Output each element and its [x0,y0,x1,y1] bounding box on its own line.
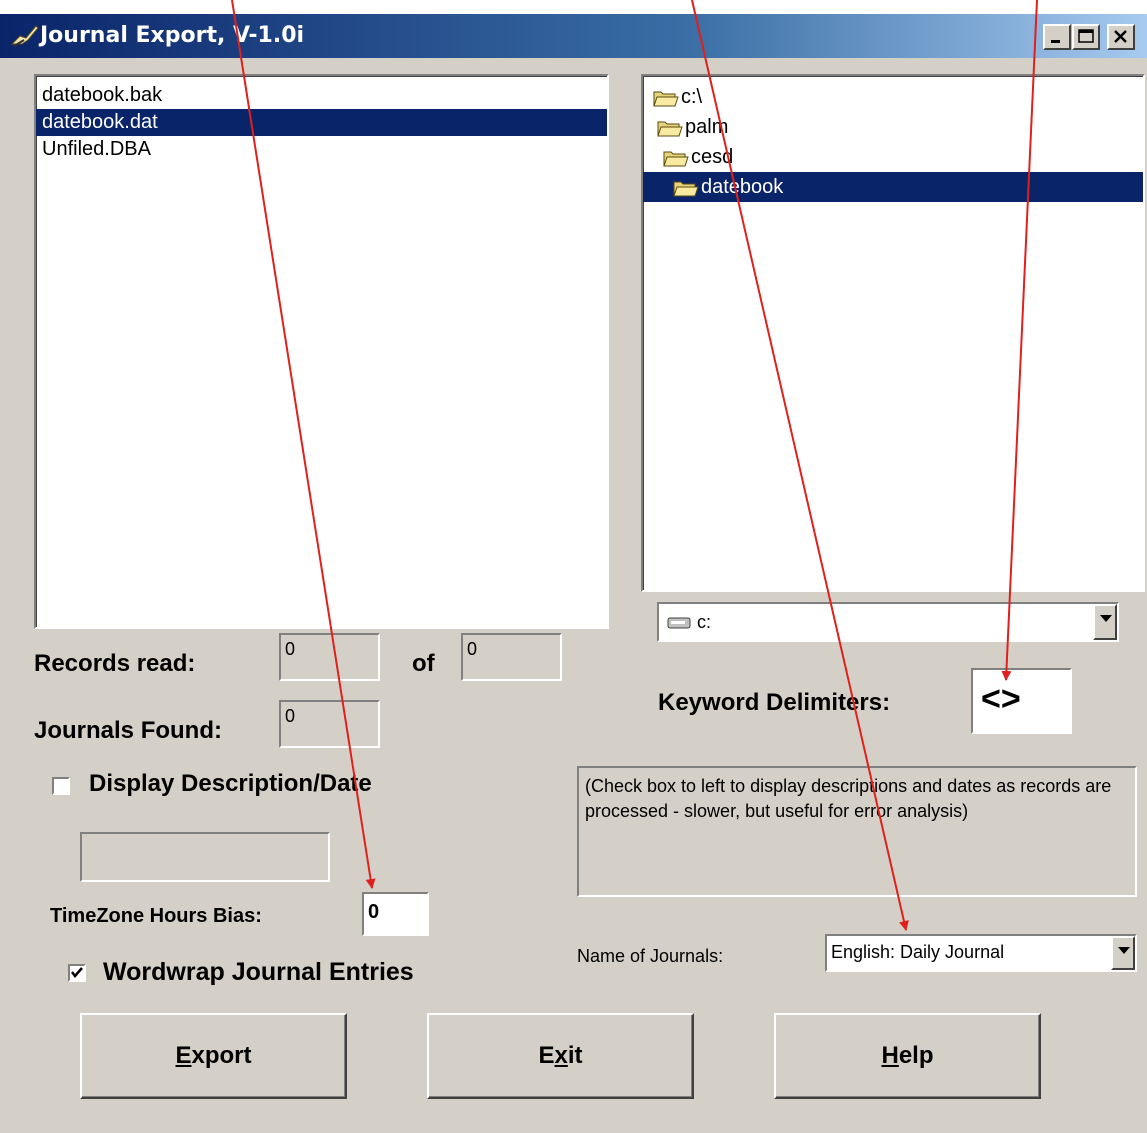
open-folder-icon [663,151,689,167]
exit-button-pre: E [538,1042,555,1069]
file-list-item[interactable]: datebook.dat [36,109,607,136]
chevron-down-icon [1100,615,1112,622]
open-folder-icon [657,121,683,137]
chevron-down-icon [1118,947,1130,954]
file-list-item[interactable]: datebook.bak [36,82,607,109]
help-button-accel: H [881,1042,899,1069]
journal-name-value: English: Daily Journal [831,942,1005,962]
keyword-delimiters-field[interactable]: <> [971,668,1072,734]
keyword-delimiters-label: Keyword Delimiters: [658,689,891,716]
file-list-item[interactable]: Unfiled.DBA [36,136,607,163]
window-title: Journal Export, V-1.0i [40,23,305,48]
open-folder-icon [653,91,679,107]
drive-icon [667,617,691,629]
wordwrap-checkbox[interactable] [68,964,86,982]
folder-tree-label: c:\ [681,86,703,108]
exit-button-post: it [567,1042,583,1069]
folder-tree-label: palm [685,116,729,138]
minimize-button[interactable] [1043,24,1071,50]
folder-tree-item[interactable]: palm [643,112,1143,142]
maximize-button[interactable] [1072,24,1100,50]
folder-tree-label: datebook [701,176,784,198]
display-description-checkbox[interactable] [52,777,70,795]
close-icon [1114,30,1127,43]
records-read-field: 0 [279,633,380,681]
close-button[interactable] [1107,24,1135,50]
file-list[interactable]: datebook.bak datebook.dat Unfiled.DBA [34,74,609,629]
journal-export-window: Journal Export, V-1.0i datebook.bak dateb… [0,14,1147,1133]
journals-found-field: 0 [279,700,380,748]
export-button-accel: E [175,1042,192,1069]
exit-button-accel: x [554,1042,568,1069]
minimize-icon [1051,40,1060,43]
journals-found-label: Journals Found: [34,717,222,744]
description-date-field [80,832,330,882]
journal-quill-icon [10,25,39,47]
open-folder-icon [673,181,699,197]
folder-tree-item[interactable]: datebook [643,172,1143,202]
timezone-field[interactable]: 0 [362,892,429,936]
journal-name-dropdown-button[interactable] [1111,936,1135,970]
drive-dropdown-button[interactable] [1093,604,1117,640]
drive-select[interactable]: c: [657,602,1119,642]
journal-name-label: Name of Journals: [577,946,724,966]
folder-tree-item[interactable]: cesd [643,142,1143,172]
info-text-box: (Check box to left to display descriptio… [577,766,1137,897]
wordwrap-label: Wordwrap Journal Entries [103,958,414,986]
maximize-icon [1078,29,1094,43]
display-description-label: Display Description/Date [89,770,372,797]
help-button[interactable]: Help [774,1013,1041,1099]
drive-value: c: [697,612,712,632]
info-text: (Check box to left to display descriptio… [585,776,1112,821]
records-total-field: 0 [461,633,562,681]
records-of-label: of [412,650,435,677]
exit-button[interactable]: Ex it [427,1013,694,1099]
folder-tree[interactable]: c:\ palm cesd datebook [641,74,1145,592]
title-bar[interactable]: Journal Export, V-1.0i [0,14,1147,58]
folder-tree-label: cesd [691,146,734,168]
journal-name-select[interactable]: English: Daily Journal [825,934,1137,972]
timezone-label: TimeZone Hours Bias: [50,905,262,927]
records-read-label: Records read: [34,650,196,677]
export-button-post: xport [191,1042,252,1069]
checkmark-icon [71,967,83,978]
export-button[interactable]: Export [80,1013,347,1099]
folder-tree-item[interactable]: c:\ [643,82,1143,112]
help-button-post: elp [898,1042,934,1069]
